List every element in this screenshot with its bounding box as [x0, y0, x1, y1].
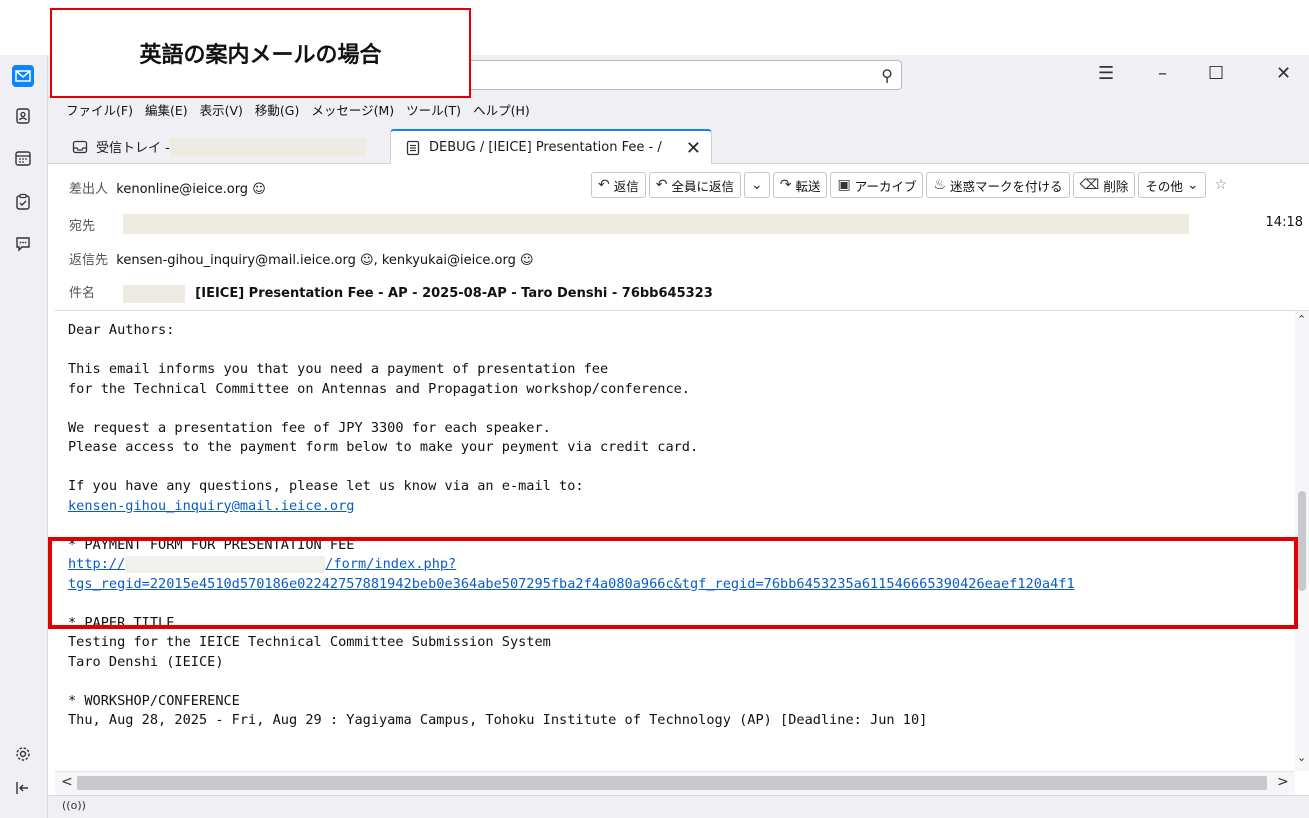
horizontal-scroll-thumb[interactable] [77, 776, 1267, 790]
vertical-scroll-thumb[interactable] [1298, 491, 1306, 591]
inquiry-link[interactable]: kensen-gihou_inquiry@mail.ieice.org [68, 497, 354, 517]
reply-to-row: 返信先 kensen-gihou_inquiry@mail.ieice.org … [69, 253, 534, 268]
body-line: Taro Denshi (IEICE) [68, 653, 224, 670]
delete-button[interactable]: ⌫ 削除 [1072, 172, 1136, 198]
redacted-block [123, 284, 186, 303]
menu-tools[interactable]: ツール(T) [406, 100, 461, 119]
menu-edit[interactable]: 編集(E) [145, 100, 188, 119]
message-header: 差出人 kenonline@ieice.org ☺ ↶ 返信 ↶ 全員に返信 ⌄ ↷… [55, 164, 1309, 311]
message-time: 14:18 [1265, 215, 1303, 230]
from-row: 差出人 kenonline@ieice.org ☺ [69, 178, 266, 197]
menu-icon[interactable]: ☰ [1098, 64, 1114, 84]
archive-label: アーカイブ [854, 178, 917, 194]
reply-icon: ↶ [598, 177, 610, 193]
tab-message[interactable]: DEBUG / [IEICE] Presentation Fee - / ✕ [390, 129, 712, 164]
body-line: * WORKSHOP/CONFERENCE [68, 692, 240, 709]
reply-to-address-2[interactable]: kenkyukai@ieice.org [382, 253, 516, 268]
activity-icon[interactable]: ((o)) [62, 799, 86, 812]
subject-label: 件名 [69, 286, 96, 301]
calendar-icon[interactable] [12, 147, 34, 169]
chevron-down-icon: ⌄ [1186, 177, 1199, 193]
tab-close-icon[interactable]: ✕ [686, 138, 701, 159]
subject-text: [IEICE] Presentation Fee - AP - 2025-08-… [195, 286, 713, 301]
annotation-highlight-box [48, 537, 1298, 629]
search-icon: ⚲ [881, 66, 893, 85]
to-label: 宛先 [69, 219, 96, 234]
reply-to-label: 返信先 [69, 253, 109, 268]
junk-label: 迷惑マークを付ける [950, 178, 1063, 194]
star-icon: ☆ [1214, 177, 1228, 193]
other-actions-button[interactable]: その他 ⌄ [1138, 172, 1206, 198]
tasks-icon[interactable] [12, 191, 34, 213]
tab-inbox[interactable]: 受信トレイ - [58, 129, 388, 164]
other-label: その他 [1145, 178, 1183, 194]
reply-button[interactable]: ↶ 返信 [591, 172, 646, 198]
body-line: Dear Authors: [68, 322, 175, 338]
to-row: 宛先 [69, 215, 95, 234]
body-line: for the Technical Committee on Antennas … [68, 380, 690, 397]
delete-label: 削除 [1103, 178, 1129, 194]
body-line: This email informs you that you need a p… [68, 361, 609, 377]
menu-bar: ファイル(F) 編集(E) 表示(V) 移動(G) メッセージ(M) ツール(T… [48, 95, 1309, 123]
tab-inbox-label: 受信トレイ - [96, 141, 170, 156]
contact-icon[interactable]: ☺ [360, 253, 374, 268]
reply-label: 返信 [613, 178, 639, 194]
forward-button[interactable]: ↷ 転送 [772, 172, 828, 198]
from-address[interactable]: kenonline@ieice.org [116, 182, 248, 197]
menu-file[interactable]: ファイル(F) [66, 100, 133, 119]
collapse-icon[interactable] [12, 777, 34, 799]
mail-icon[interactable] [12, 65, 34, 87]
header-toolbar: ↶ 返信 ↶ 全員に返信 ⌄ ↷ 転送 ▣ アーカイブ ♨ 迷惑マークを付ける ⌫ 削除 そ… [591, 172, 1234, 198]
body-line: Testing for the IEICE Technical Committe… [68, 634, 551, 650]
contact-icon[interactable]: ☺ [520, 253, 534, 268]
from-label: 差出人 [69, 182, 109, 197]
trash-icon: ⌫ [1079, 177, 1100, 193]
horizontal-scrollbar[interactable]: < > [55, 771, 1295, 795]
redacted-block [169, 137, 366, 156]
chat-icon[interactable] [12, 233, 34, 255]
close-icon[interactable]: ✕ [1276, 64, 1291, 84]
scroll-right-icon[interactable]: > [1277, 774, 1289, 790]
chevron-down-icon: ⌄ [751, 177, 763, 193]
annotation-callout: 英語の案内メールの場合 [50, 8, 471, 98]
menu-message[interactable]: メッセージ(M) [311, 100, 394, 119]
reply-all-label: 全員に返信 [671, 178, 734, 194]
star-button[interactable]: ☆ [1208, 172, 1234, 198]
menu-go[interactable]: 移動(G) [255, 100, 299, 119]
subject-row: 件名 [IEICE] Presentation Fee - AP - 2025-… [69, 282, 713, 303]
scroll-left-icon[interactable]: < [61, 774, 73, 790]
archive-button[interactable]: ▣ アーカイブ [830, 172, 924, 198]
settings-icon[interactable] [12, 743, 34, 765]
body-line: Thu, Aug 28, 2025 - Fri, Aug 29 : Yagiya… [68, 712, 928, 728]
archive-icon: ▣ [837, 177, 851, 193]
body-line: If you have any questions, please let us… [68, 478, 584, 494]
reply-all-icon: ↶ [655, 177, 668, 193]
inquiry-link-text[interactable]: kensen-gihou_inquiry@mail.ieice.org [68, 498, 354, 514]
maximize-icon[interactable]: ☐ [1208, 64, 1224, 84]
redacted-recipients [123, 214, 1189, 234]
message-icon [405, 140, 421, 156]
menu-view[interactable]: 表示(V) [200, 100, 243, 119]
forward-icon: ↷ [779, 177, 792, 193]
minimize-icon[interactable]: – [1158, 64, 1167, 84]
forward-label: 転送 [795, 178, 821, 194]
body-line: Please access to the payment form below … [68, 439, 699, 455]
scroll-up-icon[interactable]: ⌃ [1297, 313, 1306, 326]
tab-bar: 受信トレイ - DEBUG / [IEICE] Presentation Fee… [48, 123, 1309, 164]
reply-all-button[interactable]: ↶ 全員に返信 [648, 172, 741, 198]
reply-to-address[interactable]: kensen-gihou_inquiry@mail.ieice.org [116, 253, 356, 268]
status-bar: ((o)) [48, 795, 1309, 818]
contact-icon[interactable]: ☺ [252, 182, 266, 197]
scroll-down-icon[interactable]: ⌄ [1297, 751, 1306, 764]
address-book-icon[interactable] [12, 105, 34, 127]
flame-icon: ♨ [933, 177, 947, 193]
body-line: We request a presentation fee of JPY 330… [68, 419, 551, 436]
junk-button[interactable]: ♨ 迷惑マークを付ける [926, 172, 1070, 198]
spaces-toolbar [0, 55, 48, 818]
tab-message-label: DEBUG / [IEICE] Presentation Fee - / [429, 140, 662, 155]
reply-dropdown-button[interactable]: ⌄ [744, 172, 770, 198]
menu-help[interactable]: ヘルプ(H) [473, 100, 530, 119]
inbox-icon [72, 139, 88, 155]
